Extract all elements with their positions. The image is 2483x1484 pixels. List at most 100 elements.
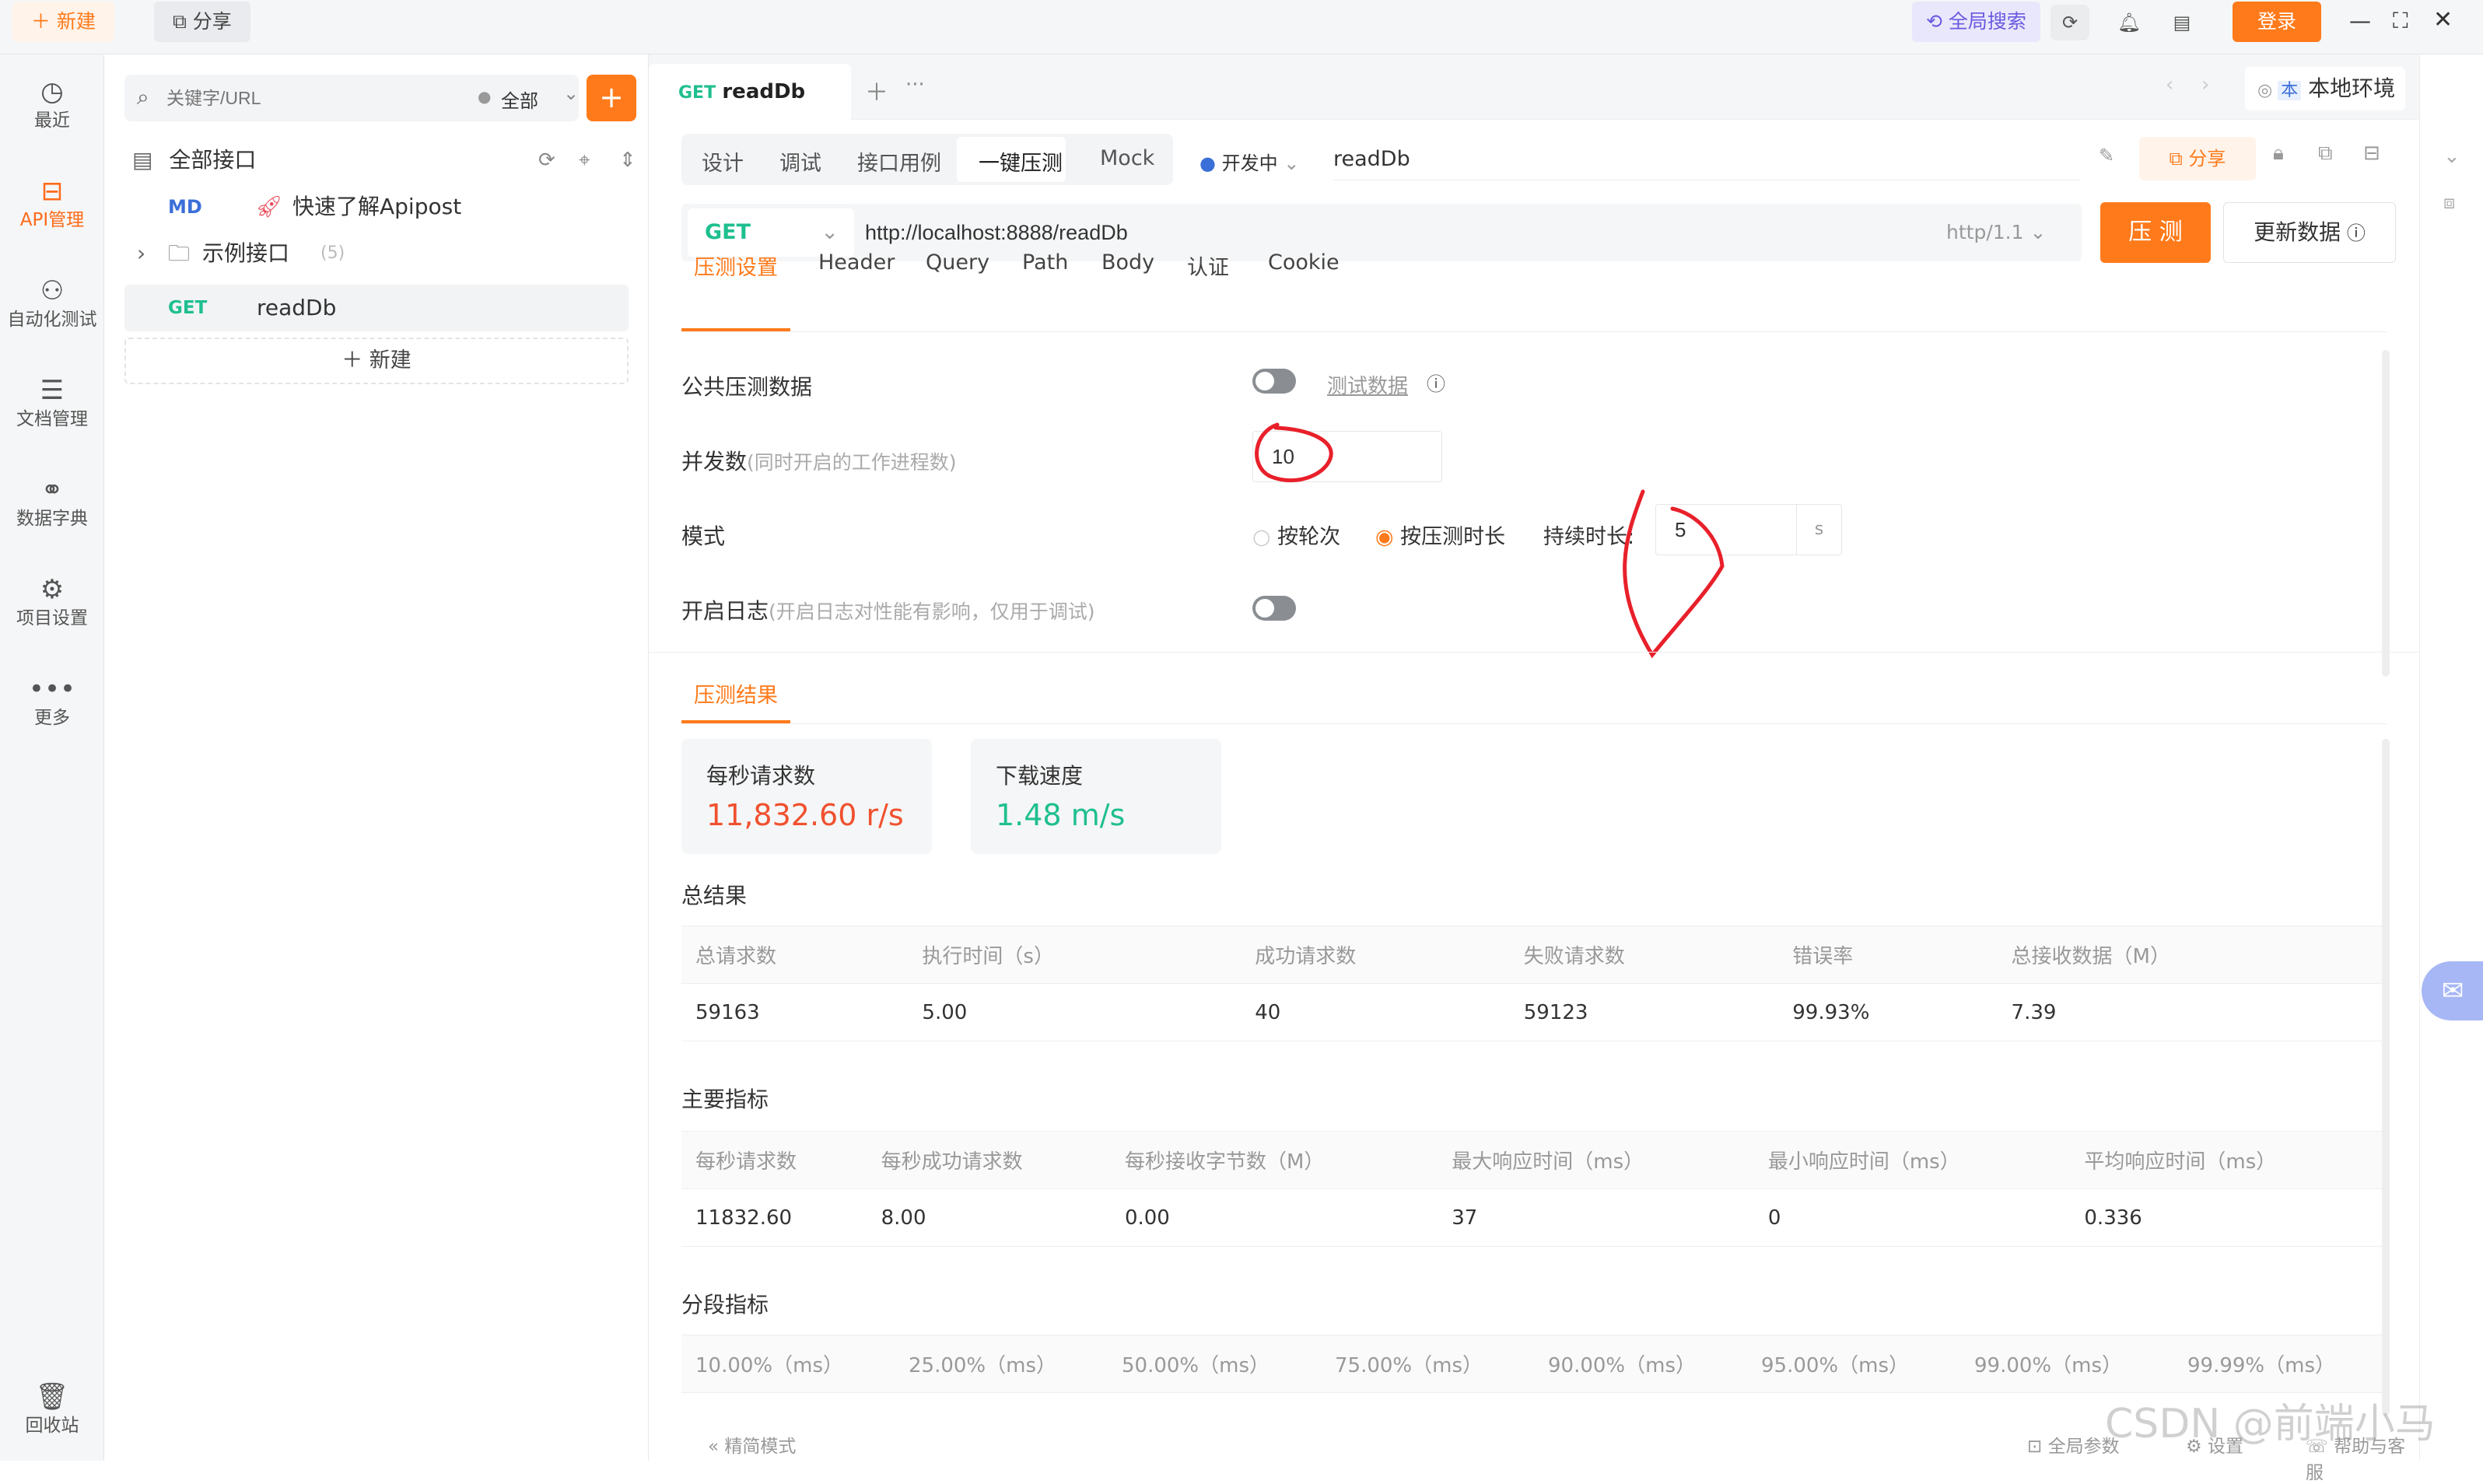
tab-mock[interactable]: Mock — [1100, 146, 1154, 170]
mode-duration-radio[interactable]: ◉ 按压测时长 — [1375, 520, 1505, 550]
archive-icon[interactable]: ⊟ — [2363, 142, 2380, 165]
tab-debug[interactable]: 调试 — [779, 146, 821, 177]
subtab-body[interactable]: Body — [1101, 250, 1154, 275]
left-nav: ◷ 最近 ⊟ API管理 ⚇ 自动化测试 ☰ 文档管理 ⚭ 数据字典 ⚙ 项目设… — [0, 54, 104, 1461]
search-box[interactable]: ⌕ ● 全部 ⌄ — [124, 75, 579, 121]
next-icon[interactable]: › — [2201, 73, 2209, 96]
nav-api-management[interactable]: ⊟ API管理 — [0, 163, 104, 249]
global-search-button[interactable]: ⟲ 全局搜索 — [1912, 2, 2040, 42]
subtab-load-settings[interactable]: 压测设置 — [694, 250, 778, 281]
refresh-icon[interactable]: ⟳ — [538, 137, 555, 184]
edit-icon[interactable]: ✎ — [2099, 145, 2114, 166]
tree-all-interfaces[interactable]: ▤ 全部接口 ⟳ ⌖ ⇕ — [124, 137, 739, 184]
sync-icon[interactable]: ⟳ — [2050, 5, 2089, 40]
search-icon: ⟲ — [1926, 10, 1949, 33]
tab-readdb[interactable]: GET readDb — [649, 64, 851, 120]
nav-recent[interactable]: ◷ 最近 — [0, 64, 104, 149]
table-header-row: 10.00%（ms） 25.00%（ms） 50.00%（ms） 75.00%（… — [681, 1335, 2387, 1393]
protocol-select[interactable]: http/1.1 ⌄ — [1946, 221, 2046, 243]
lock-icon[interactable]: 🔒︎ — [2273, 142, 2284, 166]
mode-label: 模式 — [681, 523, 726, 549]
new-button[interactable]: ＋ 新建 — [12, 2, 114, 42]
subtab-auth[interactable]: 认证 — [1187, 250, 1229, 281]
mode-rounds-radio[interactable]: ○ 按轮次 — [1252, 520, 1340, 550]
add-button[interactable]: + — [587, 75, 636, 121]
login-button[interactable]: 登录 — [2233, 2, 2322, 42]
code-icon[interactable]: ⧈ — [2443, 191, 2455, 213]
subtab-header[interactable]: Header — [818, 250, 895, 275]
right-bar: ⌄ ⧈ ✉ — [2419, 54, 2483, 1461]
add-tab-icon[interactable]: ＋ — [865, 73, 888, 107]
subtab-path[interactable]: Path — [1022, 250, 1068, 275]
chevron-right-icon[interactable]: › — [137, 230, 145, 277]
table-row: 11832.60 8.00 0.00 37 0 0.336 — [681, 1188, 2387, 1247]
url-input[interactable] — [865, 213, 1721, 252]
concurrency-label: 并发数(同时开启的工作进程数) — [681, 449, 957, 474]
assistant-button[interactable]: ✉ — [2422, 961, 2483, 1020]
env-selector[interactable]: ◎ 本 本地环境 — [2245, 67, 2405, 110]
eye-icon: ◎ — [2257, 81, 2278, 100]
api-name-field[interactable]: readDb — [1333, 138, 2080, 180]
bell-icon[interactable]: 🔔︎ — [2110, 5, 2149, 40]
more-tabs-icon[interactable]: ··· — [905, 73, 925, 96]
sub-tabs-line — [681, 331, 2387, 332]
summary-table: 总请求数 执行时间（s） 成功请求数 失败请求数 错误率 总接收数据（M） 59… — [681, 926, 2387, 1041]
tree-item-md[interactable]: MD 🚀︎ 快速了解Apipost — [124, 184, 739, 230]
compact-mode-button[interactable]: « 精简模式 — [708, 1431, 796, 1458]
close-icon[interactable]: ✕ — [2433, 6, 2453, 33]
collapse-down-icon[interactable]: ⌄ — [2443, 145, 2460, 168]
list-icon: ▤ — [132, 147, 153, 173]
log-toggle[interactable] — [1252, 596, 1296, 621]
nav-project-settings[interactable]: ⚙ 项目设置 — [0, 562, 104, 647]
nav-docs[interactable]: ☰ 文档管理 — [0, 362, 104, 448]
tab-design[interactable]: 设计 — [702, 146, 744, 177]
prev-icon[interactable]: ‹ — [2166, 73, 2173, 96]
subtab-cookie[interactable]: Cookie — [1268, 250, 1340, 275]
update-data-button[interactable]: 更新数据 ⓘ — [2223, 202, 2396, 263]
filter-select[interactable]: 全部 — [501, 86, 538, 113]
results-scrollbar[interactable] — [2382, 739, 2390, 1416]
summary-title: 总结果 — [681, 883, 748, 908]
method-select[interactable]: GET ⌄ — [688, 208, 854, 257]
public-data-toggle[interactable] — [1252, 369, 1296, 394]
document-icon: ☰ — [40, 375, 65, 406]
filter-dot: ● — [478, 87, 492, 106]
status-select[interactable]: ● 开发中 ⌄ — [1199, 148, 1299, 175]
tree-new-button[interactable]: ＋ 新建 — [124, 338, 629, 384]
run-load-test-button[interactable]: 压 测 — [2100, 202, 2211, 263]
maximize-icon[interactable]: ⛶ — [2393, 8, 2408, 34]
settings-scrollbar[interactable] — [2382, 350, 2390, 677]
main-panel: GET readDb ＋ ··· ‹ › ◎ 本 本地环境 ≡ 设计 调试 接口… — [649, 54, 2456, 1483]
subtab-query[interactable]: Query — [926, 250, 989, 275]
nav-automation[interactable]: ⚇ 自动化测试 — [0, 263, 104, 348]
chevron-down-icon: ⌄ — [821, 220, 839, 244]
plus-icon: ＋ — [31, 10, 57, 33]
nav-more[interactable]: ••• 更多 — [0, 661, 104, 747]
tab-test-cases[interactable]: 接口用例 — [857, 146, 941, 177]
share-api-button[interactable]: ⧉ 分享 — [2139, 137, 2256, 180]
copy-icon[interactable]: ⧉ — [2318, 142, 2333, 166]
automation-icon: ⚇ — [40, 275, 65, 306]
tree-item-get[interactable]: GET readDb — [124, 285, 629, 331]
search-icon: ⌕ — [137, 84, 149, 110]
panel-icon[interactable]: ▤ — [2163, 5, 2201, 40]
collapse-icon[interactable]: ⇕ — [619, 137, 636, 184]
tree-item-folder[interactable]: › 🗀 示例接口 (5) — [124, 230, 739, 277]
search-input[interactable] — [166, 82, 400, 114]
double-chevron-left-icon: « — [708, 1437, 725, 1457]
locate-icon[interactable]: ⌖ — [579, 137, 590, 184]
api-tree-panel: ⌕ ● 全部 ⌄ + ▤ 全部接口 ⟳ ⌖ ⇕ MD 🚀︎ 快速了解Apipos… — [104, 54, 649, 1461]
minimize-icon[interactable]: — — [2349, 8, 2371, 33]
share-icon: ⧉ — [2169, 148, 2189, 170]
share-button[interactable]: ⧉ 分享 — [154, 2, 250, 42]
results-line — [681, 723, 2387, 724]
nav-trash[interactable]: 🗑︎ 回收站 — [0, 1369, 104, 1454]
chevron-down-icon[interactable]: ⌄ — [563, 82, 579, 104]
table-row: 59163 5.00 40 59123 99.93% 7.39 — [681, 983, 2387, 1041]
trash-icon: 🗑︎ — [35, 1381, 69, 1412]
watermark: CSDN @前端小马 — [2105, 1401, 2436, 1447]
results-tab[interactable]: 压测结果 — [694, 678, 778, 709]
nav-dictionary[interactable]: ⚭ 数据字典 — [0, 462, 104, 548]
red-annotation-circle — [1255, 422, 1333, 483]
test-data-link[interactable]: 测试数据 — [1327, 370, 1408, 399]
